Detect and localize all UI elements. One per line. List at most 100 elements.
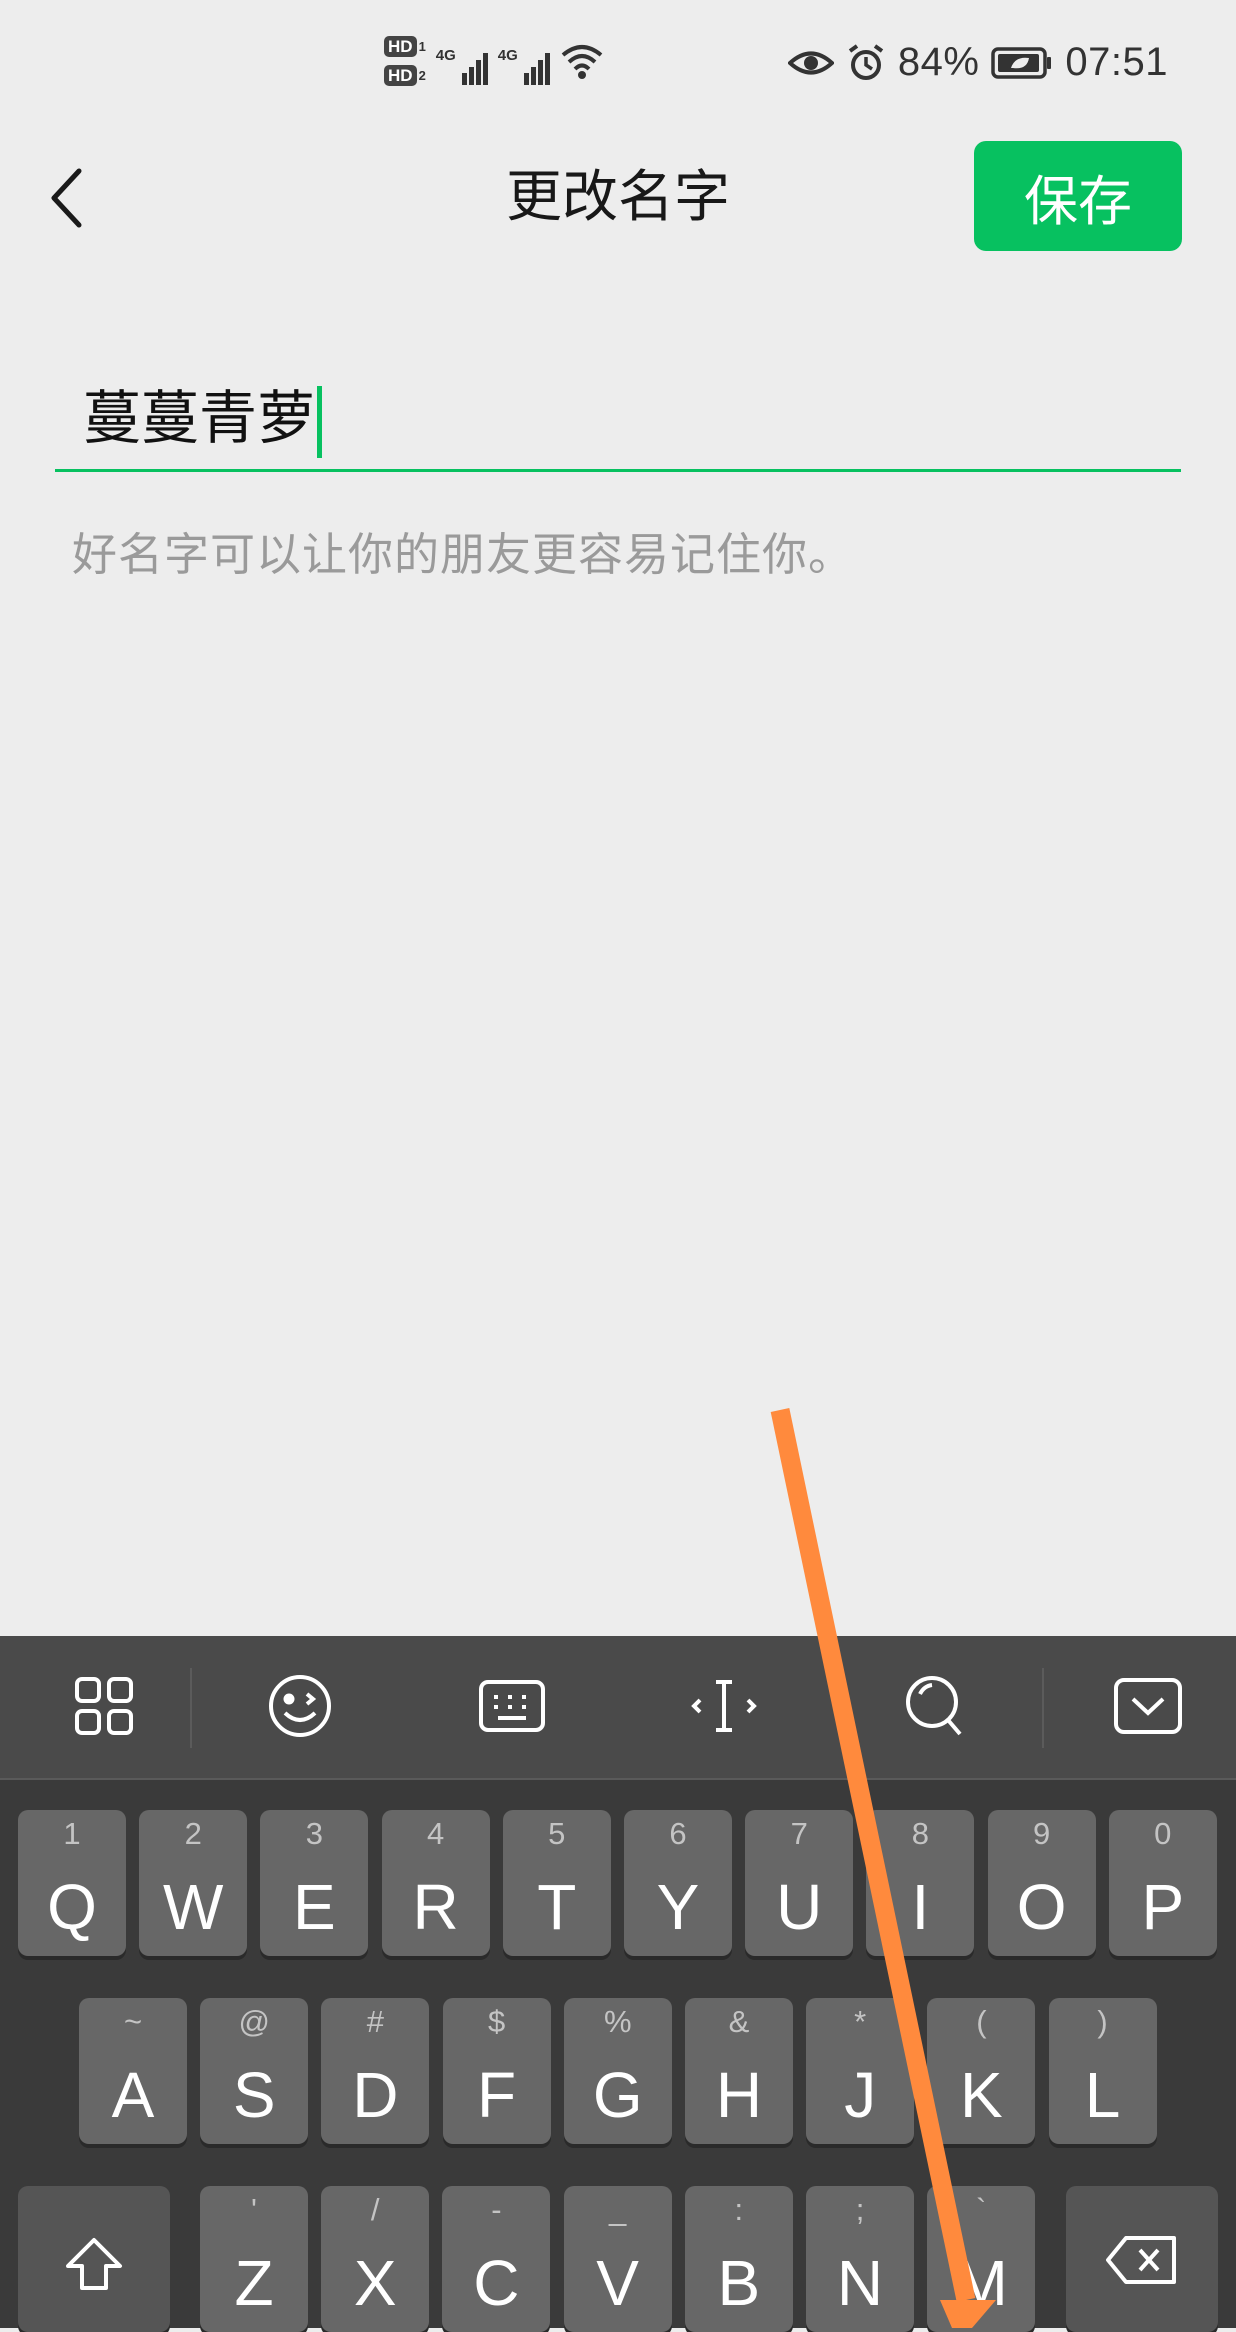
eye-icon (787, 51, 834, 74)
key-u[interactable]: 7U (745, 1810, 854, 1956)
key-q[interactable]: 1Q (18, 1810, 126, 1956)
key-letter: P (1141, 1871, 1185, 1943)
toolbar-divider (1042, 1668, 1044, 1748)
key-letter: C (473, 2247, 520, 2319)
key-letter: M (954, 2247, 1008, 2319)
hd1-label: HD (384, 36, 417, 57)
status-left: HD 1 HD 2 4G 4G (384, 36, 604, 86)
key-z[interactable]: ' Z (200, 2186, 308, 2332)
key-symbol: ` (976, 2192, 987, 2227)
key-letter: N (836, 2247, 884, 2319)
status-right: 84% 07:51 (787, 40, 1168, 85)
key-w[interactable]: 2W (139, 1810, 248, 1956)
key-letter: D (352, 2059, 399, 2131)
key-t[interactable]: 5T (502, 1810, 611, 1956)
name-input[interactable]: 蔓蔓青萝 (55, 367, 1181, 472)
key-k[interactable]: (K (927, 1998, 1036, 2144)
keyboard-icon[interactable] (472, 1666, 552, 1746)
status-bar: HD 1 HD 2 4G 4G 84% 07:51 (0, 0, 1236, 130)
battery-icon (991, 46, 1052, 79)
key-d[interactable]: # D (321, 1998, 430, 2144)
key-b[interactable]: :B (684, 2186, 793, 2332)
key-p[interactable]: 0P (1108, 1810, 1217, 1956)
key-symbol: % (604, 2004, 632, 2039)
key-letter: K (960, 2059, 1003, 2131)
key-symbol: 7 (790, 1816, 808, 1851)
key-m[interactable]: ` M (927, 2186, 1036, 2332)
key-a[interactable]: ~ A (79, 1998, 187, 2144)
key-symbol: ( (976, 2004, 987, 2039)
shift-key[interactable] (18, 2186, 170, 2332)
backspace-key[interactable] (1066, 2186, 1218, 2332)
key-letter: A (111, 2059, 155, 2131)
key-letter: E (293, 1871, 336, 1943)
shift-icon (66, 2238, 122, 2290)
key-symbol: # (366, 2004, 385, 2039)
name-input-value: 蔓蔓青萝 (83, 384, 316, 452)
key-symbol: : (734, 2192, 744, 2227)
network-type-2: 4G (497, 47, 518, 64)
key-symbol: 6 (669, 1816, 687, 1851)
key-letter: T (537, 1871, 577, 1943)
key-letter: L (1084, 2059, 1121, 2131)
key-symbol: 1 (63, 1816, 81, 1851)
wifi-icon (561, 45, 603, 79)
key-symbol: ~ (123, 2004, 143, 2039)
emoji-icon[interactable] (260, 1666, 340, 1746)
key-letter: U (776, 1871, 823, 1943)
key-symbol: - (491, 2192, 502, 2227)
key-l[interactable]: ) L (1048, 1998, 1157, 2144)
key-letter: G (592, 2059, 643, 2131)
key-symbol: @ (238, 2004, 270, 2039)
key-x[interactable]: / X (321, 2186, 430, 2332)
key-letter: O (1016, 1871, 1067, 1943)
key-c[interactable]: -C (442, 2186, 551, 2332)
key-v[interactable]: _ V (563, 2186, 672, 2332)
key-g[interactable]: % G (563, 1998, 672, 2144)
key-j[interactable]: * J (806, 1998, 915, 2144)
hide-keyboard-icon[interactable] (1108, 1666, 1188, 1746)
keyboard: 1 Q 2 W 3 E 4 R 5 T 6 Y 7 U 8 I 9 O 0 P ~ A @ S # D $ F% G & H * J(K) L ' Z… (0, 1636, 1236, 2332)
key-e[interactable]: 3E (260, 1810, 369, 1956)
key-letter: W (162, 1871, 224, 1943)
key-symbol: _ (608, 2192, 627, 2227)
key-letter: B (717, 2247, 761, 2319)
key-letter: I (911, 1871, 930, 1943)
key-h[interactable]: & H (685, 1998, 793, 2144)
key-symbol: ' (251, 2192, 257, 2227)
key-o[interactable]: 9O (987, 1810, 1096, 1956)
key-symbol: 2 (184, 1816, 202, 1851)
key-letter: V (596, 2247, 639, 2319)
grid-icon[interactable] (64, 1666, 144, 1746)
key-letter: J (844, 2059, 877, 2131)
key-letter: F (477, 2059, 517, 2131)
key-y[interactable]: 6Y (624, 1810, 732, 1956)
key-symbol: 9 (1032, 1816, 1051, 1851)
key-letter: Q (47, 1871, 97, 1943)
key-r[interactable]: 4R (381, 1810, 490, 1956)
key-symbol: & (728, 2004, 750, 2039)
search-icon[interactable] (896, 1666, 976, 1746)
key-symbol: 5 (548, 1816, 566, 1851)
key-letter: R (412, 1871, 459, 1943)
key-symbol: 0 (1154, 1816, 1172, 1851)
clock: 07:51 (1065, 40, 1168, 84)
text-cursor (317, 385, 323, 458)
key-n[interactable]: ; N (806, 2186, 914, 2332)
name-hint: 好名字可以让你的朋友更容易记住你。 (72, 528, 855, 581)
signal-icon: 4G (498, 37, 550, 85)
key-f[interactable]: $ F (442, 1998, 551, 2144)
key-letter: Y (656, 1871, 700, 1943)
cursor-icon[interactable] (684, 1666, 764, 1746)
hd-icon: HD 1 HD 2 (384, 36, 426, 86)
key-s[interactable]: @ S (200, 1998, 309, 2144)
backspace-icon (1106, 2236, 1176, 2284)
key-i[interactable]: 8I (866, 1810, 975, 1956)
key-symbol: 8 (911, 1816, 930, 1851)
save-button[interactable]: 保存 (974, 141, 1182, 251)
key-symbol: / (370, 2192, 380, 2227)
key-letter: H (715, 2059, 763, 2131)
key-letter: S (232, 2059, 276, 2131)
signal-icon: 4G (436, 37, 488, 85)
key-symbol: ; (855, 2192, 865, 2227)
